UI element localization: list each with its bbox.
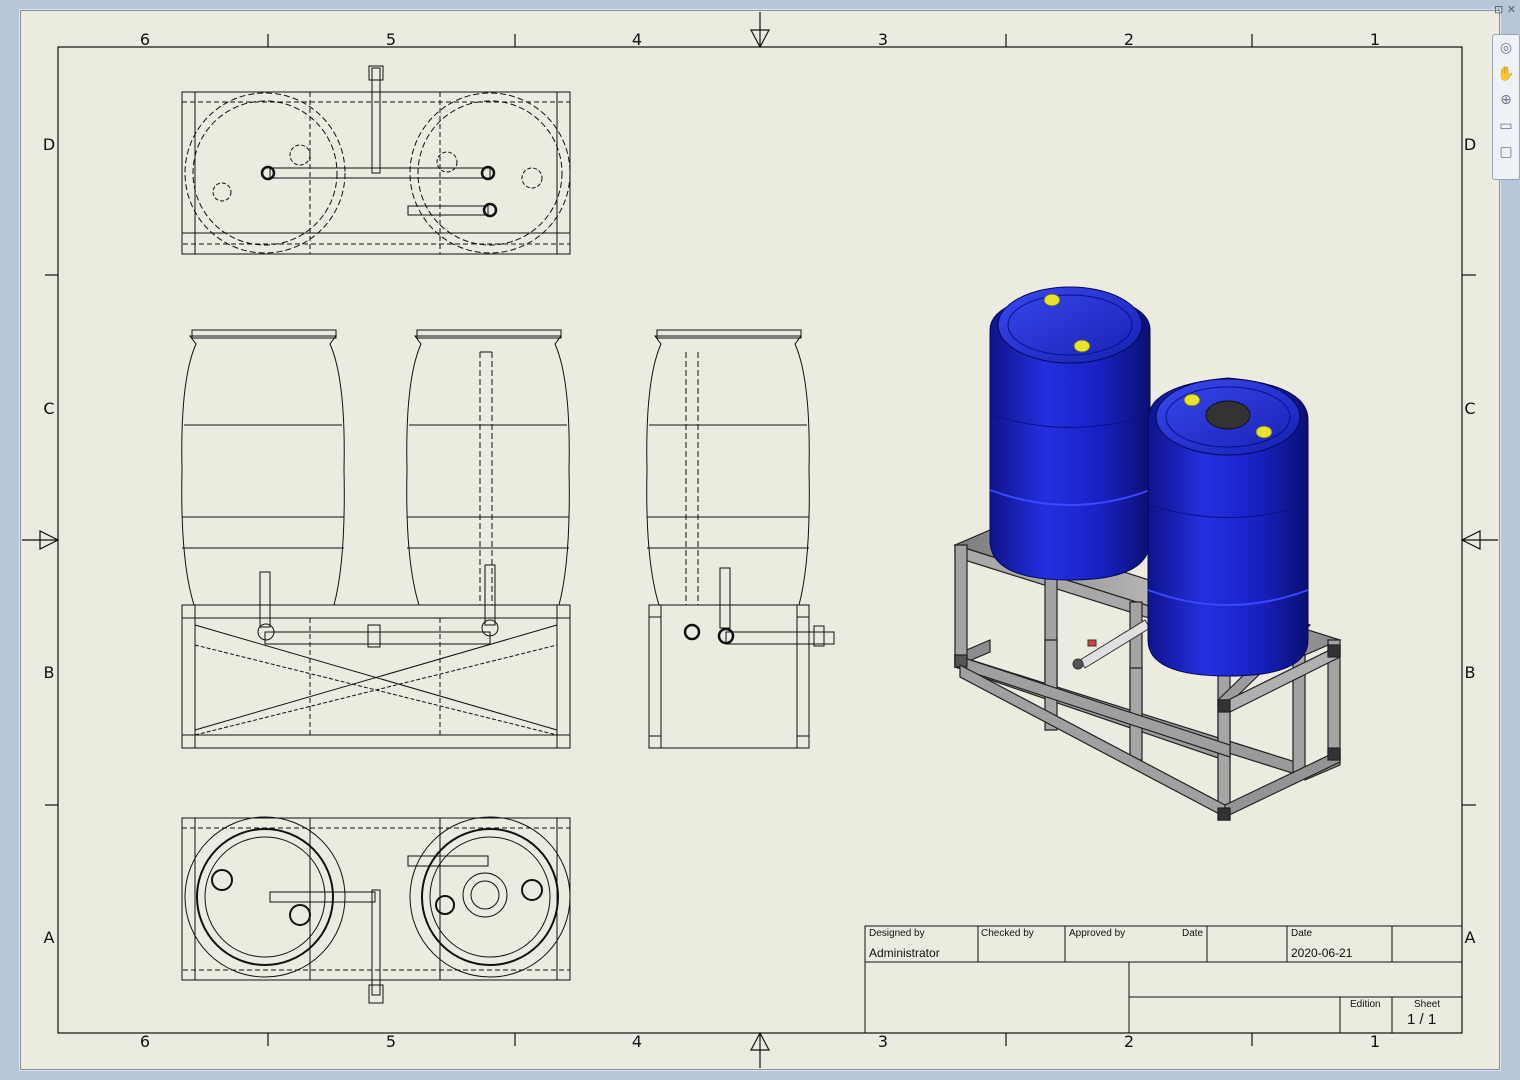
barrel-front [1147, 377, 1309, 677]
zone-col-1-top: 1 [1370, 30, 1380, 49]
sheet-value: 1 / 1 [1407, 1011, 1437, 1028]
approved-by-label: Approved by [1069, 928, 1126, 939]
date-value: 2020-06-21 [1291, 946, 1353, 960]
zone-col-6-top: 6 [140, 30, 150, 49]
zone-row-a-left: A [44, 928, 55, 947]
zone-row-a-right: A [1465, 928, 1476, 947]
zoom-icon[interactable]: ⊕ [1497, 91, 1515, 109]
approved-date-label: Date [1182, 928, 1204, 939]
zone-col-4-bottom: 4 [632, 1032, 642, 1051]
pan-icon[interactable]: ✋ [1497, 65, 1515, 83]
barrel-back [989, 286, 1151, 581]
title-block [864, 925, 1463, 1034]
drawing-canvas: 6 5 4 3 2 1 6 5 4 3 2 1 D C B A D C B A [22, 12, 1498, 1068]
front-view[interactable] [181, 329, 571, 749]
zone-row-c-left: C [43, 399, 54, 418]
zone-col-5-top: 5 [386, 30, 396, 49]
zone-row-d-right: D [1464, 135, 1476, 154]
steering-wheel-icon[interactable]: ◎ [1497, 39, 1515, 57]
zone-col-6-bottom: 6 [140, 1032, 150, 1051]
bottom-view[interactable] [181, 816, 571, 1004]
zone-row-b-left: B [44, 663, 55, 682]
zone-col-5-bottom: 5 [386, 1032, 396, 1051]
zone-col-2-bottom: 2 [1124, 1032, 1134, 1051]
top-view[interactable] [181, 65, 571, 255]
date-label: Date [1291, 928, 1313, 939]
zone-col-3-bottom: 3 [878, 1032, 888, 1051]
zone-row-c-right: C [1464, 399, 1475, 418]
navbar-close-icon[interactable]: ⊡ ✕ [1494, 3, 1516, 16]
orbit-icon[interactable]: ▢ [1497, 143, 1515, 161]
zoom-window-icon[interactable]: ▭ [1497, 117, 1515, 135]
designed-by-label: Designed by [869, 928, 925, 939]
designed-by-value: Administrator [869, 946, 940, 960]
zone-col-3-top: 3 [878, 30, 888, 49]
side-view[interactable] [646, 329, 835, 749]
zone-row-b-right: B [1465, 663, 1476, 682]
edition-label: Edition [1350, 999, 1381, 1010]
zone-col-4-top: 4 [632, 30, 642, 49]
navigation-bar[interactable]: ◎ ✋ ⊕ ▭ ▢ [1492, 34, 1520, 180]
zone-col-1-bottom: 1 [1370, 1032, 1380, 1051]
checked-by-label: Checked by [981, 928, 1034, 939]
zone-col-2-top: 2 [1124, 30, 1134, 49]
zone-row-d-left: D [43, 135, 55, 154]
sheet-label: Sheet [1414, 999, 1441, 1010]
isometric-view[interactable] [953, 286, 1342, 821]
